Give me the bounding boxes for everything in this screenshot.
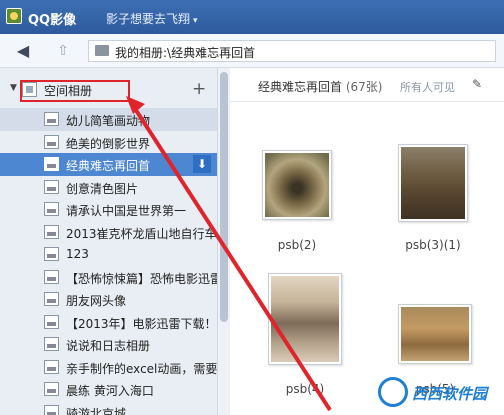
photo-frame[interactable] <box>398 144 468 222</box>
sidebar-album-item[interactable]: 幼儿简笔画动物 <box>0 108 217 131</box>
photo-image <box>271 276 339 362</box>
album-title-text: 经典难忘再回首 <box>258 80 343 94</box>
sidebar-scrollbar[interactable] <box>218 68 230 415</box>
sidebar-album-item[interactable]: 请承认中国是世界第一 <box>0 198 217 221</box>
photo-image <box>401 307 469 361</box>
album-icon <box>44 292 59 306</box>
user-name: 影子想要去飞翔 <box>106 12 191 26</box>
sidebar-album-item[interactable]: 【恐怖惊悚篇】恐怖电影迅雷 <box>0 266 218 289</box>
toolbar: ◀ ⇧ 我的相册:\经典难忘再回首 <box>0 34 504 68</box>
sidebar-album-item[interactable]: 亲手制作的excel动画，需要的 <box>0 356 218 379</box>
add-album-icon[interactable]: + <box>192 79 206 99</box>
album-icon <box>44 112 59 126</box>
sidebar-album-item[interactable]: 【2013年】电影迅雷下载！ <box>0 311 217 334</box>
album-label: 经典难忘再回首 <box>66 159 151 173</box>
album-icon <box>44 382 59 396</box>
watermark-text: 西西软件园 <box>412 385 488 403</box>
photo-caption: psb(4) <box>285 382 325 396</box>
album-icon <box>44 224 59 239</box>
photo-count: (67张) <box>345 80 383 94</box>
album-header: 经典难忘再回首 (67张) 所有人可见 ✎ <box>230 68 504 102</box>
album-label: 说说和日志相册 <box>66 339 151 353</box>
album-label: 绝美的倒影世界 <box>66 136 151 151</box>
album-label: 2013崔克杯龙盾山地自行车 <box>66 226 217 241</box>
watermark: 西西软件园 <box>378 377 502 413</box>
photo-frame[interactable] <box>268 273 342 365</box>
album-icon <box>44 179 59 194</box>
user-menu[interactable]: 影子想要去飞翔 ▾ <box>106 10 198 27</box>
album-label: 创意清色图片 <box>66 181 139 196</box>
album-icon <box>44 314 59 329</box>
photo-frame[interactable] <box>398 304 472 364</box>
address-bar[interactable]: 我的相册:\经典难忘再回首 <box>88 40 496 62</box>
album-label: 亲手制作的excel动画，需要的 <box>66 361 218 376</box>
chevron-down-icon: ▾ <box>193 16 198 26</box>
watermark-logo-icon <box>378 377 408 407</box>
album-label: 幼儿简笔画动物 <box>66 114 151 128</box>
folder-icon <box>95 45 109 56</box>
sidebar-album-item[interactable]: 绝美的倒影世界 <box>0 131 217 154</box>
album-icon <box>44 337 59 351</box>
up-folder-icon[interactable]: ⇧ <box>52 40 74 62</box>
album-icon <box>44 247 59 261</box>
photo-image <box>401 147 465 219</box>
album-icon <box>44 359 59 374</box>
album-icon <box>44 269 59 284</box>
scrollbar-thumb[interactable] <box>220 72 228 322</box>
album-icon <box>44 404 59 415</box>
app-title: QQ影像 <box>28 13 77 28</box>
expand-triangle-icon[interactable]: ▼ <box>10 83 17 93</box>
album-label: 朋友网头像 <box>66 294 127 308</box>
sidebar-album-item[interactable]: 创意清色图片 <box>0 176 217 199</box>
sidebar-album-item[interactable]: 2013崔克杯龙盾山地自行车 <box>0 221 217 244</box>
photo-frame[interactable] <box>262 150 332 220</box>
sidebar-album-item[interactable]: 说说和日志相册 <box>0 333 217 356</box>
pencil-edit-icon[interactable]: ✎ <box>472 77 482 91</box>
album-label: 【2013年】电影迅雷下载！ <box>66 316 217 331</box>
annotation-highlight-box <box>20 80 130 102</box>
album-icon <box>44 157 59 171</box>
download-icon[interactable]: ⬇ <box>193 155 211 173</box>
photo-image <box>265 153 329 217</box>
album-icon <box>44 134 59 149</box>
visibility-setting[interactable]: 所有人可见 <box>400 79 455 95</box>
album-title: 经典难忘再回首 (67张) <box>258 78 382 95</box>
photo-content-area: 经典难忘再回首 (67张) 所有人可见 ✎ psb(2) psb(3)(1) p… <box>230 68 504 415</box>
album-label: 晨练 黄河入海口 <box>66 384 154 398</box>
photo-caption: psb(2) <box>277 238 317 252</box>
sidebar-album-item-selected[interactable]: 经典难忘再回首 ⬇ <box>0 153 217 176</box>
album-label: 【恐怖惊悚篇】恐怖电影迅雷 <box>66 271 218 286</box>
address-path: 我的相册:\经典难忘再回首 <box>115 46 256 60</box>
album-label: 骑游北京城 <box>66 406 127 415</box>
sidebar-album-item[interactable]: 朋友网头像 <box>0 288 217 311</box>
sidebar: ▼ 空间相册 + 幼儿简笔画动物 绝美的倒影世界 经典难忘再回首 ⬇ 创意清色图… <box>0 68 218 415</box>
photo-caption: psb(3)(1) <box>405 238 461 252</box>
sidebar-album-item[interactable]: 骑游北京城 <box>0 401 217 415</box>
qq-image-logo-icon <box>6 8 22 24</box>
album-label: 请承认中国是世界第一 <box>66 204 187 218</box>
album-list: 幼儿简笔画动物 绝美的倒影世界 经典难忘再回首 ⬇ 创意清色图片 请承认中国是世… <box>0 108 218 415</box>
back-arrow-icon[interactable]: ◀ <box>12 40 34 62</box>
title-bar: QQ影像 影子想要去飞翔 ▾ <box>0 0 504 34</box>
album-label: 123 <box>66 247 89 261</box>
sidebar-album-item[interactable]: 晨练 黄河入海口 <box>0 378 217 401</box>
sidebar-album-item[interactable]: 123 <box>0 243 217 266</box>
album-icon <box>44 202 59 216</box>
